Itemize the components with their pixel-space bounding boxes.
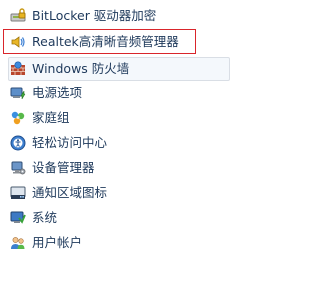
item-power-options[interactable]: 电源选项 [10, 82, 82, 104]
user-accounts-icon [10, 235, 26, 251]
item-windows-firewall[interactable]: Windows 防火墙 [8, 57, 231, 81]
item-label: 系统 [32, 210, 58, 225]
item-homegroup[interactable]: 家庭组 [10, 107, 70, 129]
power-options-icon [10, 85, 26, 101]
item-user-accounts[interactable]: 用户帐户 [10, 232, 82, 254]
item-label: Windows 防火墙 [32, 61, 130, 76]
firewall-icon [10, 61, 26, 77]
notification-area-icon [10, 185, 26, 201]
item-label: 电源选项 [32, 85, 83, 100]
item-system[interactable]: 系统 [10, 207, 57, 229]
item-ease-of-access-center[interactable]: 轻松访问中心 [10, 132, 107, 154]
ease-of-access-icon [10, 135, 26, 151]
item-label: BitLocker 驱动器加密 [32, 8, 157, 23]
item-label: 通知区域图标 [32, 185, 108, 200]
control-panel-list: BitLocker 驱动器加密 Realtek高清晰音频管理器 Windows … [0, 0, 245, 281]
item-label: 轻松访问中心 [32, 135, 108, 150]
item-label: 用户帐户 [32, 235, 83, 250]
item-device-manager[interactable]: 设备管理器 [10, 157, 95, 179]
device-manager-icon [10, 160, 26, 176]
homegroup-icon [10, 110, 26, 126]
system-icon [10, 210, 26, 226]
item-notification-area-icons[interactable]: 通知区域图标 [10, 182, 107, 204]
item-bitlocker[interactable]: BitLocker 驱动器加密 [10, 5, 156, 27]
bitlocker-drive-icon [10, 8, 26, 24]
highlight-frame [3, 29, 196, 54]
item-label: 家庭组 [32, 110, 70, 125]
item-label: 设备管理器 [32, 160, 95, 175]
